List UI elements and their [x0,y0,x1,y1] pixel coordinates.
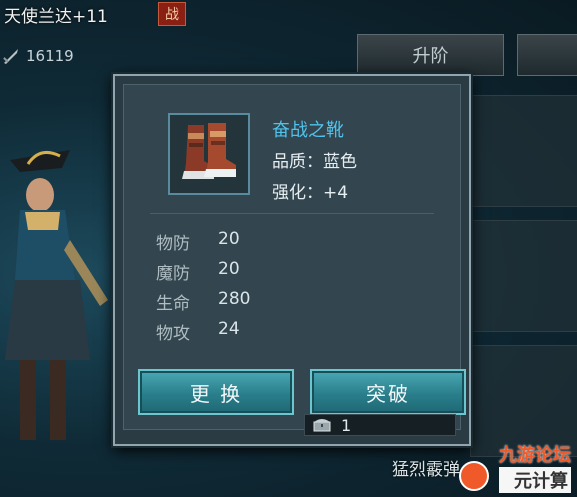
hero-figure [5,150,108,440]
hero-badge: 战 [158,2,186,26]
replace-button[interactable]: 更 换 [138,369,294,415]
watermark-sub: 元计算 [499,467,571,493]
tab-extra[interactable] [517,34,577,76]
skill-label: 猛烈霰弹 [392,460,460,480]
stat-value: 280 [218,289,251,309]
item-enhance: 强化：+4 [272,183,349,203]
watermark-logo [459,461,489,491]
tab-upgrade[interactable]: 升阶 [357,34,504,76]
stat-name: 物防 [156,234,190,254]
stat-row: 物攻 24 [156,319,240,344]
stat-value: 24 [218,319,240,339]
stat-value: 20 [218,259,240,279]
watermark-main: 九游论坛 [499,445,571,466]
item-detail-popup: 奋战之靴 品质：蓝色 强化：+4 物防 20 魔防 20 生命 280 物攻 2… [113,74,471,446]
hero-name: 天使兰达+11 [4,7,108,27]
item-icon-frame [168,113,250,195]
popup-panel: 奋战之靴 品质：蓝色 强化：+4 物防 20 魔防 20 生命 280 物攻 2… [123,84,466,430]
breakthrough-button[interactable]: 突破 [310,369,466,415]
watermark: 九游论坛 元计算 [499,441,571,493]
stat-row: 魔防 20 [156,259,240,284]
breakthrough-cost: 1 [304,414,456,436]
equipment-slot[interactable] [470,220,577,332]
stat-name: 魔防 [156,264,190,284]
stat-row: 生命 280 [156,289,250,314]
stat-row: 物防 20 [156,229,240,254]
divider [150,213,434,214]
item-name: 奋战之靴 [272,120,344,141]
stat-name: 生命 [156,294,190,314]
cost-value: 1 [341,415,352,435]
power-value: 16119 [26,47,74,65]
item-quality: 品质：蓝色 [272,152,357,172]
power-row: 16119 [2,47,74,65]
stat-value: 20 [218,229,240,249]
stat-name: 物攻 [156,324,190,344]
chest-icon [313,419,331,432]
sword-icon [3,49,18,64]
boots-icon [182,123,236,179]
equipment-slot[interactable] [470,95,577,207]
